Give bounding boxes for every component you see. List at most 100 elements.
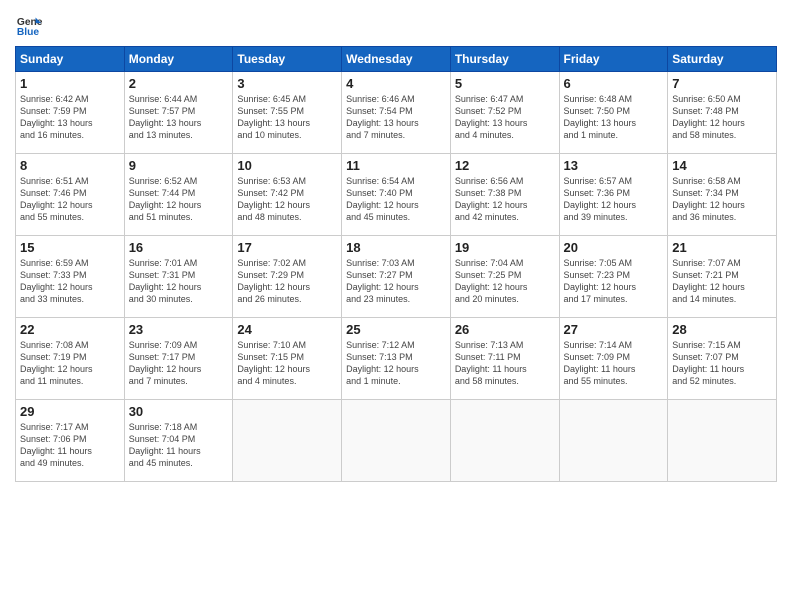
day-info: Sunrise: 7:05 AM Sunset: 7:23 PM Dayligh… [564,257,664,306]
weekday-monday: Monday [124,47,233,72]
day-cell: 4 Sunrise: 6:46 AM Sunset: 7:54 PM Daylig… [342,72,451,154]
day-number: 26 [455,322,555,337]
day-cell: 6 Sunrise: 6:48 AM Sunset: 7:50 PM Daylig… [559,72,668,154]
header: General Blue [15,10,777,38]
week-row-1: 1Sunrise: 6:42 AM Sunset: 7:59 PM Daylig… [16,72,777,154]
day-info: Sunrise: 7:12 AM Sunset: 7:13 PM Dayligh… [346,339,446,388]
day-number: 25 [346,322,446,337]
day-cell: 21Sunrise: 7:07 AM Sunset: 7:21 PM Dayli… [668,236,777,318]
day-cell: 27Sunrise: 7:14 AM Sunset: 7:09 PM Dayli… [559,318,668,400]
day-number: 12 [455,158,555,173]
day-cell: 11Sunrise: 6:54 AM Sunset: 7:40 PM Dayli… [342,154,451,236]
day-cell: 30 Sunrise: 7:18 AM Sunset: 7:04 PM Dayli… [124,400,233,482]
day-info: Sunrise: 7:15 AM Sunset: 7:07 PM Dayligh… [672,339,772,388]
week-row-5: 29 Sunrise: 7:17 AM Sunset: 7:06 PM Dayli… [16,400,777,482]
day-cell: 29 Sunrise: 7:17 AM Sunset: 7:06 PM Dayli… [16,400,125,482]
day-info: Sunrise: 7:08 AM Sunset: 7:19 PM Dayligh… [20,339,120,388]
day-number: 24 [237,322,337,337]
day-cell: 5Sunrise: 6:47 AM Sunset: 7:52 PM Daylig… [450,72,559,154]
day-info: Sunrise: 7:01 AM Sunset: 7:31 PM Dayligh… [129,257,229,306]
day-number: 30 [129,404,229,419]
day-cell: 8 Sunrise: 6:51 AM Sunset: 7:46 PM Daylig… [16,154,125,236]
day-cell: 13 Sunrise: 6:57 AM Sunset: 7:36 PM Dayli… [559,154,668,236]
weekday-sunday: Sunday [16,47,125,72]
day-info: Sunrise: 6:44 AM Sunset: 7:57 PM Dayligh… [129,93,229,142]
day-number: 9 [129,158,229,173]
day-number: 2 [129,76,229,91]
day-cell: 1Sunrise: 6:42 AM Sunset: 7:59 PM Daylig… [16,72,125,154]
day-number: 6 [564,76,664,91]
day-number: 5 [455,76,555,91]
day-number: 14 [672,158,772,173]
day-cell [450,400,559,482]
day-info: Sunrise: 7:04 AM Sunset: 7:25 PM Dayligh… [455,257,555,306]
day-cell: 20 Sunrise: 7:05 AM Sunset: 7:23 PM Dayli… [559,236,668,318]
day-cell: 18 Sunrise: 7:03 AM Sunset: 7:27 PM Dayli… [342,236,451,318]
week-row-3: 15 Sunrise: 6:59 AM Sunset: 7:33 PM Dayli… [16,236,777,318]
day-number: 3 [237,76,337,91]
day-number: 22 [20,322,120,337]
day-info: Sunrise: 6:48 AM Sunset: 7:50 PM Dayligh… [564,93,664,142]
day-info: Sunrise: 6:42 AM Sunset: 7:59 PM Dayligh… [20,93,120,142]
day-number: 13 [564,158,664,173]
day-info: Sunrise: 7:02 AM Sunset: 7:29 PM Dayligh… [237,257,337,306]
day-number: 8 [20,158,120,173]
weekday-header-row: SundayMondayTuesdayWednesdayThursdayFrid… [16,47,777,72]
day-cell: 16 Sunrise: 7:01 AM Sunset: 7:31 PM Dayli… [124,236,233,318]
day-number: 17 [237,240,337,255]
day-number: 19 [455,240,555,255]
day-info: Sunrise: 7:17 AM Sunset: 7:06 PM Dayligh… [20,421,120,470]
day-cell: 10 Sunrise: 6:53 AM Sunset: 7:42 PM Dayli… [233,154,342,236]
svg-text:Blue: Blue [17,27,40,38]
day-info: Sunrise: 6:52 AM Sunset: 7:44 PM Dayligh… [129,175,229,224]
day-cell: 2 Sunrise: 6:44 AM Sunset: 7:57 PM Daylig… [124,72,233,154]
day-cell: 22 Sunrise: 7:08 AM Sunset: 7:19 PM Dayli… [16,318,125,400]
day-number: 29 [20,404,120,419]
day-cell: 9 Sunrise: 6:52 AM Sunset: 7:44 PM Daylig… [124,154,233,236]
day-cell: 23 Sunrise: 7:09 AM Sunset: 7:17 PM Dayli… [124,318,233,400]
day-info: Sunrise: 7:14 AM Sunset: 7:09 PM Dayligh… [564,339,664,388]
day-info: Sunrise: 7:18 AM Sunset: 7:04 PM Dayligh… [129,421,229,470]
day-cell: 24 Sunrise: 7:10 AM Sunset: 7:15 PM Dayli… [233,318,342,400]
day-info: Sunrise: 7:10 AM Sunset: 7:15 PM Dayligh… [237,339,337,388]
day-cell [233,400,342,482]
day-cell [559,400,668,482]
day-info: Sunrise: 7:03 AM Sunset: 7:27 PM Dayligh… [346,257,446,306]
week-row-4: 22 Sunrise: 7:08 AM Sunset: 7:19 PM Dayli… [16,318,777,400]
day-number: 16 [129,240,229,255]
day-cell [342,400,451,482]
day-number: 18 [346,240,446,255]
day-info: Sunrise: 6:45 AM Sunset: 7:55 PM Dayligh… [237,93,337,142]
day-cell: 14 Sunrise: 6:58 AM Sunset: 7:34 PM Dayli… [668,154,777,236]
day-cell: 3 Sunrise: 6:45 AM Sunset: 7:55 PM Daylig… [233,72,342,154]
day-cell: 26 Sunrise: 7:13 AM Sunset: 7:11 PM Dayli… [450,318,559,400]
day-info: Sunrise: 6:57 AM Sunset: 7:36 PM Dayligh… [564,175,664,224]
day-cell: 7Sunrise: 6:50 AM Sunset: 7:48 PM Daylig… [668,72,777,154]
day-number: 23 [129,322,229,337]
day-info: Sunrise: 6:59 AM Sunset: 7:33 PM Dayligh… [20,257,120,306]
day-info: Sunrise: 6:51 AM Sunset: 7:46 PM Dayligh… [20,175,120,224]
day-info: Sunrise: 6:46 AM Sunset: 7:54 PM Dayligh… [346,93,446,142]
day-cell: 28Sunrise: 7:15 AM Sunset: 7:07 PM Dayli… [668,318,777,400]
day-cell: 12Sunrise: 6:56 AM Sunset: 7:38 PM Dayli… [450,154,559,236]
day-cell: 25 Sunrise: 7:12 AM Sunset: 7:13 PM Dayli… [342,318,451,400]
day-info: Sunrise: 6:54 AM Sunset: 7:40 PM Dayligh… [346,175,446,224]
day-number: 10 [237,158,337,173]
day-info: Sunrise: 7:09 AM Sunset: 7:17 PM Dayligh… [129,339,229,388]
day-info: Sunrise: 6:58 AM Sunset: 7:34 PM Dayligh… [672,175,772,224]
weekday-wednesday: Wednesday [342,47,451,72]
calendar-body: 1Sunrise: 6:42 AM Sunset: 7:59 PM Daylig… [16,72,777,482]
day-cell: 17 Sunrise: 7:02 AM Sunset: 7:29 PM Dayli… [233,236,342,318]
logo: General Blue [15,10,43,38]
day-number: 20 [564,240,664,255]
weekday-thursday: Thursday [450,47,559,72]
weekday-saturday: Saturday [668,47,777,72]
day-number: 21 [672,240,772,255]
day-number: 4 [346,76,446,91]
calendar-table: SundayMondayTuesdayWednesdayThursdayFrid… [15,46,777,482]
day-number: 15 [20,240,120,255]
day-info: Sunrise: 7:13 AM Sunset: 7:11 PM Dayligh… [455,339,555,388]
day-cell: 19 Sunrise: 7:04 AM Sunset: 7:25 PM Dayli… [450,236,559,318]
day-info: Sunrise: 6:53 AM Sunset: 7:42 PM Dayligh… [237,175,337,224]
weekday-tuesday: Tuesday [233,47,342,72]
